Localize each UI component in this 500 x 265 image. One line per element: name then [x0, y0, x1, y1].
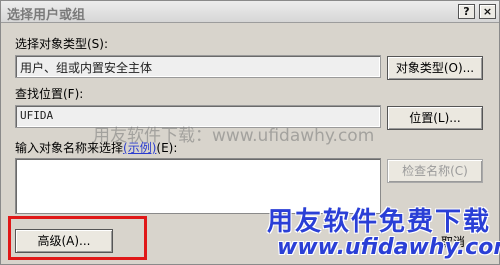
object-type-field: 用户、组或内置安全主体: [15, 55, 381, 78]
examples-link[interactable]: (示例): [123, 141, 156, 155]
dialog-title: 选择用户或组: [7, 8, 86, 23]
object-names-label-prefix: 输入对象名称来选择: [15, 141, 124, 155]
help-button[interactable]: ?: [458, 4, 475, 19]
object-names-label-suffix: (E):: [156, 141, 178, 155]
object-types-button[interactable]: 对象类型(O)...: [387, 56, 483, 80]
locations-button[interactable]: 位置(L)...: [387, 106, 483, 130]
highlight-box: [8, 216, 147, 260]
check-names-button[interactable]: 检查名称(C): [387, 159, 483, 183]
object-type-label: 选择对象类型(S):: [15, 37, 109, 51]
location-label: 查找位置(F):: [15, 87, 84, 101]
select-users-or-groups-dialog: 选择用户或组 ? × 选择对象类型(S): 用户、组或内置安全主体 对象类型(O…: [0, 0, 500, 265]
close-button[interactable]: ×: [479, 4, 496, 19]
watermark-url-text: www.ufidawhy.com: [277, 235, 500, 260]
object-names-label: 输入对象名称来选择(示例)(E):: [15, 139, 177, 156]
watermark-logo-text: 用友软件免费下载: [267, 207, 492, 237]
title-bar[interactable]: 选择用户或组 ? ×: [1, 1, 499, 23]
